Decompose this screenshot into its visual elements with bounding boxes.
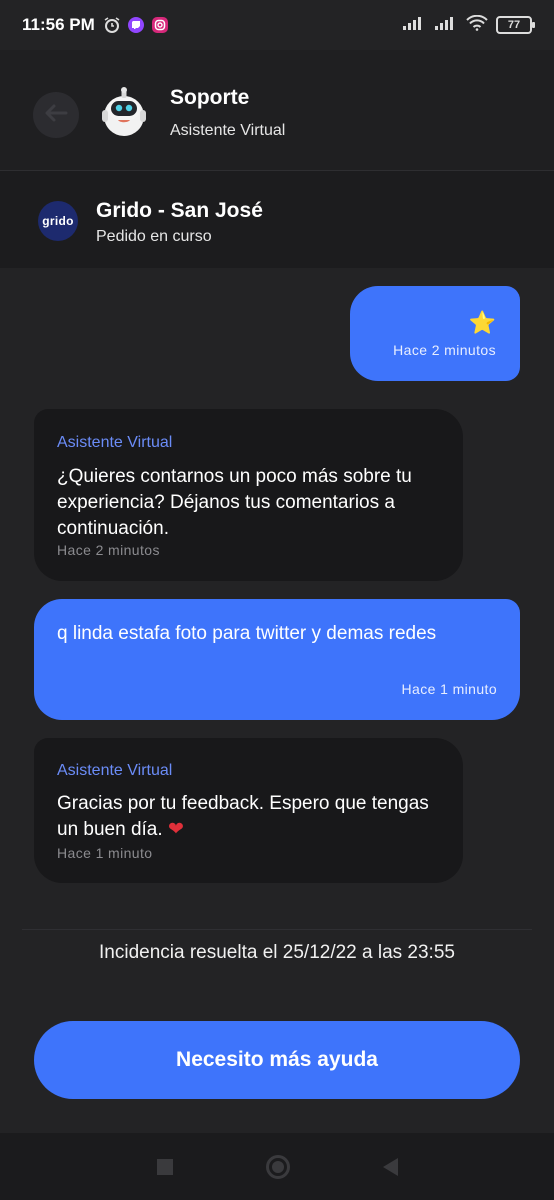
system-nav-bar xyxy=(0,1133,554,1200)
battery-icon: 77 xyxy=(496,16,535,34)
message-time: Hace 1 minuto xyxy=(401,681,497,697)
message-time: Hace 1 minuto xyxy=(57,845,153,861)
message-text: ¿Quieres contarnos un poco más sobre tu … xyxy=(57,466,412,539)
message-time: Hace 2 minutos xyxy=(393,342,496,358)
message-text: q linda estafa foto para twitter y demas… xyxy=(57,623,437,644)
divider xyxy=(22,929,532,930)
home-icon[interactable] xyxy=(265,1154,290,1179)
alarm-icon xyxy=(103,16,121,34)
header-title: Soporte xyxy=(170,86,250,109)
instagram-icon xyxy=(151,16,169,34)
message-sender: Asistente Virtual xyxy=(57,434,173,451)
user-message: ⭐ Hace 2 minutos xyxy=(350,286,520,381)
star-emoji: ⭐ xyxy=(468,310,496,335)
recents-icon[interactable] xyxy=(156,1158,173,1175)
resolution-text: Incidencia resuelta el 25/12/22 a las 23… xyxy=(99,942,455,963)
message-sender: Asistente Virtual xyxy=(57,762,173,779)
back-icon[interactable] xyxy=(382,1157,398,1176)
bot-avatar xyxy=(96,84,152,140)
store-logo: grido xyxy=(38,201,78,241)
store-bar[interactable]: grido Grido - San José Pedido en curso xyxy=(0,170,554,268)
notification-icons xyxy=(103,16,169,34)
chat-header: Soporte Asistente Virtual xyxy=(0,50,554,170)
signal-icon xyxy=(434,15,458,36)
store-name: Grido - San José xyxy=(96,199,263,222)
heart-icon: ❤ xyxy=(167,819,184,840)
message-text: Gracias por tu feedback. Espero que teng… xyxy=(57,793,429,840)
system-icons: 77 xyxy=(402,14,535,36)
message-text-wrap: Gracias por tu feedback. Espero que teng… xyxy=(57,791,447,843)
back-button[interactable] xyxy=(33,92,79,138)
message-time: Hace 2 minutos xyxy=(57,542,160,558)
status-bar: 11:56 PM 77 xyxy=(0,0,554,50)
signal-icon xyxy=(402,15,426,36)
arrow-left-icon xyxy=(44,103,68,128)
order-status: Pedido en curso xyxy=(96,228,212,245)
status-time: 11:56 PM xyxy=(22,15,95,34)
bot-message: Asistente Virtual Gracias por tu feedbac… xyxy=(34,738,463,883)
bot-message: Asistente Virtual ¿Quieres contarnos un … xyxy=(34,409,463,581)
need-help-button[interactable]: Necesito más ayuda xyxy=(34,1021,520,1099)
twitch-icon xyxy=(127,16,145,34)
user-message: q linda estafa foto para twitter y demas… xyxy=(34,599,520,720)
header-subtitle: Asistente Virtual xyxy=(170,122,286,139)
wifi-icon xyxy=(466,14,488,36)
